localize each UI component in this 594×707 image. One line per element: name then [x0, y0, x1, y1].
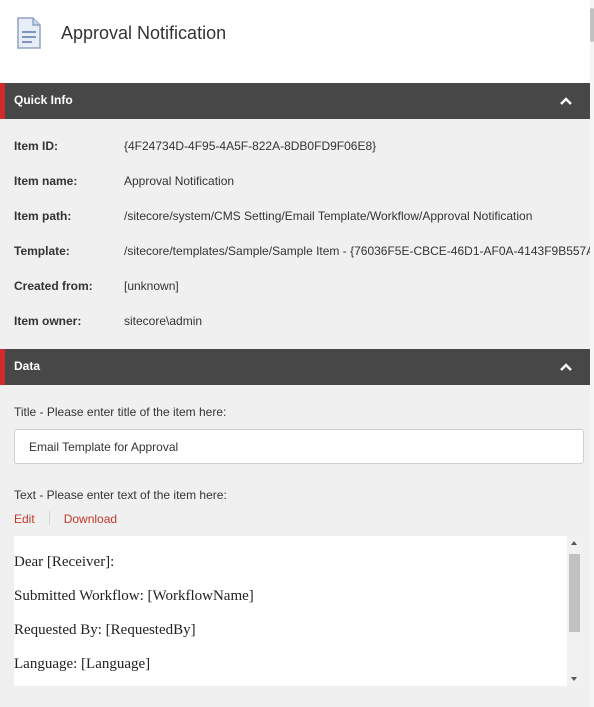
chevron-up-icon[interactable]: [559, 360, 573, 374]
data-section-header[interactable]: Data: [0, 349, 590, 385]
data-label: Data: [14, 359, 41, 373]
scroll-down-arrow-icon[interactable]: [571, 677, 577, 681]
text-line: Dear [Receiver]:: [14, 554, 115, 570]
divider: [48, 511, 50, 525]
download-link[interactable]: Download: [64, 512, 117, 526]
document-icon: [17, 17, 41, 49]
quick-info-label: Quick Info: [14, 93, 73, 107]
info-value: [unknown]: [124, 279, 179, 293]
info-value: sitecore\admin: [124, 314, 203, 328]
info-value: Approval Notification: [124, 174, 235, 188]
info-key: Created from:: [14, 279, 93, 293]
info-key: Item name:: [14, 174, 78, 188]
chevron-up-icon[interactable]: [559, 94, 573, 108]
item-header: Approval Notification: [0, 0, 590, 83]
edit-link[interactable]: Edit: [14, 512, 35, 526]
scroll-up-arrow-icon[interactable]: [571, 541, 577, 545]
text-line: Submitted Workflow: [WorkflowName]: [14, 588, 254, 604]
text-line: Requested By: [RequestedBy]: [14, 622, 196, 638]
page-scrollbar-thumb[interactable]: [590, 8, 594, 42]
info-row-item-name: Item name: Approval Notification: [0, 171, 590, 191]
info-row-item-id: Item ID: {4F24734D-4F95-4A5F-822A-8DB0FD…: [0, 136, 590, 156]
text-field-label: Text - Please enter text of the item her…: [14, 488, 227, 502]
text-preview-frame[interactable]: Dear [Receiver]: Submitted Workflow: [Wo…: [14, 536, 582, 686]
quick-info-section-header[interactable]: Quick Info: [0, 83, 590, 119]
title-field-label: Title - Please enter title of the item h…: [14, 405, 227, 419]
info-value: /sitecore/system/CMS Setting/Email Templ…: [124, 209, 533, 223]
text-field-actions: Edit Download: [14, 511, 117, 527]
info-row-item-path: Item path: /sitecore/system/CMS Setting/…: [0, 206, 590, 226]
info-key: Template:: [14, 244, 70, 258]
info-value: {4F24734D-4F95-4A5F-822A-8DB0FD9F06E8}: [124, 139, 377, 153]
info-row-created-from: Created from: [unknown]: [0, 276, 590, 296]
info-row-item-owner: Item owner: sitecore\admin: [0, 311, 590, 331]
text-preview-scrollbar-thumb[interactable]: [569, 554, 580, 632]
text-line: Language: [Language]: [14, 656, 151, 672]
title-input[interactable]: [14, 429, 584, 464]
info-key: Item ID:: [14, 139, 59, 153]
text-preview-scrollbar[interactable]: [567, 536, 582, 686]
page-scrollbar[interactable]: [590, 0, 594, 707]
info-key: Item path:: [14, 209, 72, 223]
page-title: Approval Notification: [61, 23, 227, 43]
info-value-template-link[interactable]: /sitecore/templates/Sample/Sample Item -…: [124, 244, 590, 258]
info-key: Item owner:: [14, 314, 82, 328]
info-row-template: Template: /sitecore/templates/Sample/Sam…: [0, 241, 590, 261]
